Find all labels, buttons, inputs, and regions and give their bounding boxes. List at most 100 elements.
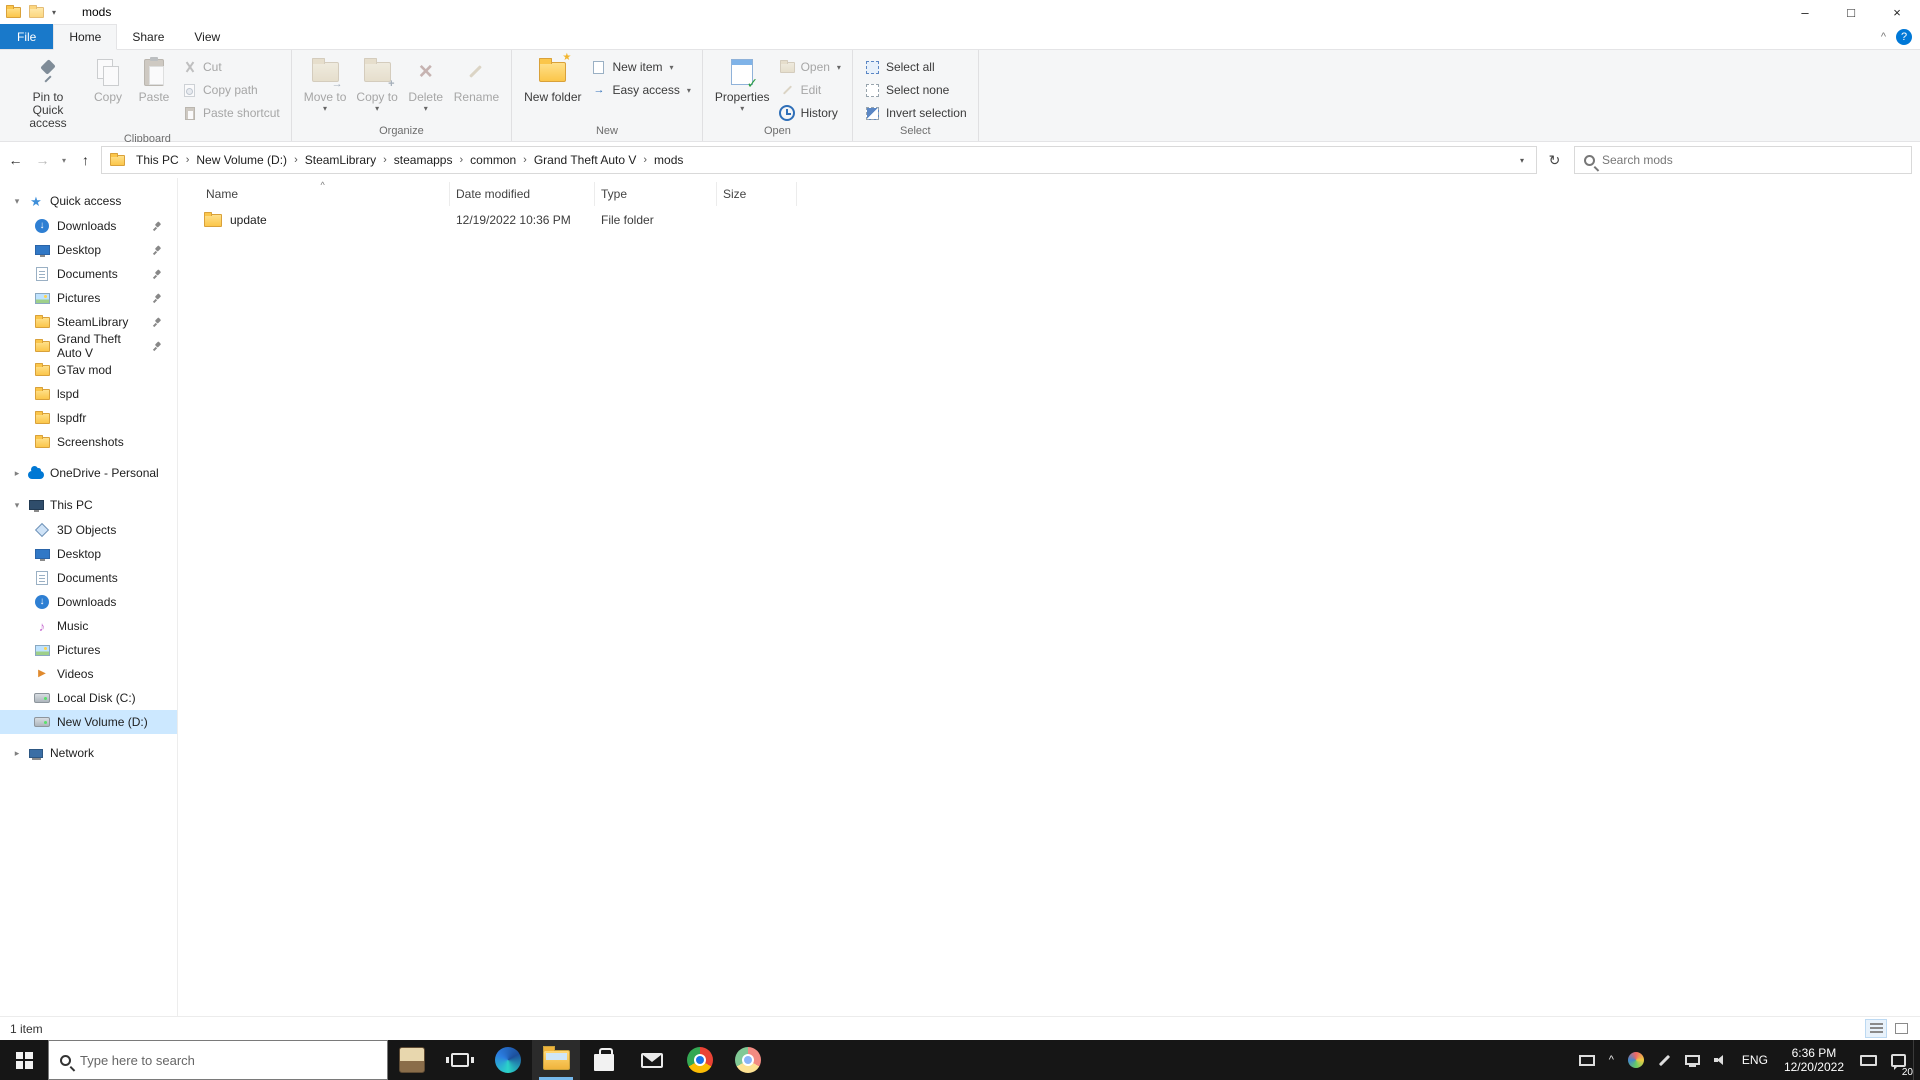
qat-customize-dropdown[interactable]: ▾ [52,8,56,17]
breadcrumb-item[interactable]: common [463,147,523,173]
sidebar-item-steamlibrary[interactable]: SteamLibrary [0,310,177,334]
address-bar[interactable]: This PC › New Volume (D:) › SteamLibrary… [101,146,1537,174]
sidebar-group-quick-access[interactable]: ▾ ★ Quick access [0,188,177,214]
sidebar-item-gtav-mod[interactable]: GTav mod [0,358,177,382]
tab-file[interactable]: File [0,24,54,49]
tray-color-button[interactable] [1621,1040,1651,1080]
action-center-button[interactable]: 20 [1884,1040,1913,1080]
task-view-button[interactable] [436,1040,484,1080]
column-header-date-modified[interactable]: Date modified [450,182,595,206]
select-none-button[interactable]: Select none [861,80,970,100]
browser-secondary-button[interactable] [724,1040,772,1080]
back-button[interactable]: ← [2,147,29,173]
properties-button[interactable]: ✓ Properties ▾ [711,54,774,115]
recent-locations-dropdown[interactable]: ▾ [56,147,72,173]
sidebar-item-local-disk-c[interactable]: Local Disk (C:) [0,686,177,710]
sidebar-item-downloads[interactable]: ↓ Downloads [0,214,177,238]
qat-folder-icon[interactable] [29,4,44,18]
copy-button[interactable]: Copy [86,54,130,106]
sidebar-item-pc-desktop[interactable]: Desktop [0,542,177,566]
chevron-down-icon[interactable]: ▾ [12,196,22,207]
sidebar-item-new-volume-d[interactable]: New Volume (D:) [0,710,177,734]
pin-to-quick-access-button[interactable]: Pin to Quick access [12,54,84,132]
sidebar-item-pc-documents[interactable]: Documents [0,566,177,590]
new-folder-button[interactable]: ★ New folder [520,52,585,106]
tray-pen-button[interactable] [1651,1040,1678,1080]
paste-shortcut-button[interactable]: Paste shortcut [178,103,283,123]
show-desktop-button[interactable] [1913,1040,1920,1080]
chevron-right-icon[interactable]: ▸ [12,748,22,759]
cut-button[interactable]: Cut [178,57,283,77]
breadcrumb-item[interactable]: New Volume (D:) [189,147,294,173]
help-icon[interactable]: ? [1896,29,1912,45]
edit-button[interactable]: Edit [776,80,844,100]
invert-selection-button[interactable]: Invert selection [861,103,970,123]
store-button[interactable] [580,1040,628,1080]
easy-access-button[interactable]: → Easy access ▾ [587,80,693,100]
edge-button[interactable] [484,1040,532,1080]
tray-volume-button[interactable] [1707,1040,1735,1080]
rename-button[interactable]: Rename [450,54,503,106]
taskbar-search-box[interactable] [48,1040,388,1080]
mail-button[interactable] [628,1040,676,1080]
breadcrumb-item[interactable]: This PC [129,147,186,173]
taskbar-search-input[interactable] [80,1052,376,1068]
start-button[interactable] [0,1040,48,1080]
copy-to-button[interactable]: + Copy to ▾ [352,54,401,115]
tab-view[interactable]: View [179,24,235,49]
chevron-right-icon[interactable]: ▸ [12,468,22,479]
taskbar-clock[interactable]: 6:36 PM 12/20/2022 [1775,1040,1853,1080]
column-header-size[interactable]: Size [717,182,797,206]
maximize-button[interactable]: □ [1828,0,1874,24]
hidden-icons-button[interactable]: ^ [1602,1040,1621,1080]
open-button[interactable]: Open ▾ [776,57,844,77]
move-to-button[interactable]: → Move to ▾ [300,54,351,115]
copy-path-button[interactable]: Copy path [178,80,283,100]
sidebar-group-network[interactable]: ▸ Network [0,740,177,766]
sidebar-item-gta-v[interactable]: Grand Theft Auto V [0,332,177,360]
sidebar-item-3d-objects[interactable]: 3D Objects [0,518,177,542]
touch-keyboard-button[interactable] [1853,1040,1884,1080]
address-dropdown-icon[interactable]: ▾ [1512,156,1532,165]
select-all-button[interactable]: Select all [861,57,970,77]
history-button[interactable]: History [776,103,844,123]
up-button[interactable]: ↑ [72,147,99,173]
tray-display-button[interactable] [1572,1040,1602,1080]
sidebar-group-onedrive[interactable]: ▸ OneDrive - Personal [0,460,177,486]
sidebar-item-pictures[interactable]: Pictures [0,286,177,310]
pinned-thumbnail-button[interactable] [388,1040,436,1080]
sidebar-item-screenshots[interactable]: Screenshots [0,430,177,454]
tray-network-button[interactable] [1678,1040,1707,1080]
chrome-button[interactable] [676,1040,724,1080]
sidebar-item-desktop[interactable]: Desktop [0,238,177,262]
chevron-down-icon[interactable]: ▾ [12,500,22,511]
details-view-button[interactable] [1865,1019,1887,1038]
tab-home[interactable]: Home [53,24,118,50]
sidebar-item-pc-downloads[interactable]: ↓ Downloads [0,590,177,614]
sidebar-item-music[interactable]: ♪ Music [0,614,177,638]
thumbnails-view-button[interactable] [1890,1019,1912,1038]
column-header-type[interactable]: Type [595,182,717,206]
sidebar-group-this-pc[interactable]: ▾ This PC [0,492,177,518]
refresh-button[interactable]: ↻ [1541,147,1568,173]
file-row-update[interactable]: update 12/19/2022 10:36 PM File folder [200,206,1920,234]
minimize-button[interactable]: – [1782,0,1828,24]
sidebar-item-lspdfr[interactable]: lspdfr [0,406,177,430]
search-box[interactable] [1574,146,1912,174]
delete-button[interactable]: × Delete ▾ [404,54,448,115]
tab-share[interactable]: Share [117,24,179,49]
breadcrumb-item[interactable]: SteamLibrary [298,147,383,173]
language-indicator[interactable]: ENG [1735,1040,1775,1080]
file-explorer-button[interactable] [532,1040,580,1080]
sidebar-item-videos[interactable]: ▶ Videos [0,662,177,686]
breadcrumb-item-current[interactable]: mods [647,147,690,173]
search-input[interactable] [1602,153,1902,167]
breadcrumb-item[interactable]: Grand Theft Auto V [527,147,644,173]
column-header-name[interactable]: ^ Name [200,181,450,206]
close-button[interactable]: × [1874,0,1920,24]
sidebar-item-pc-pictures[interactable]: Pictures [0,638,177,662]
paste-button[interactable]: Paste [132,54,176,106]
sidebar-item-lspd[interactable]: lspd [0,382,177,406]
forward-button[interactable]: → [29,147,56,173]
minimize-ribbon-icon[interactable]: ^ [1881,31,1886,43]
